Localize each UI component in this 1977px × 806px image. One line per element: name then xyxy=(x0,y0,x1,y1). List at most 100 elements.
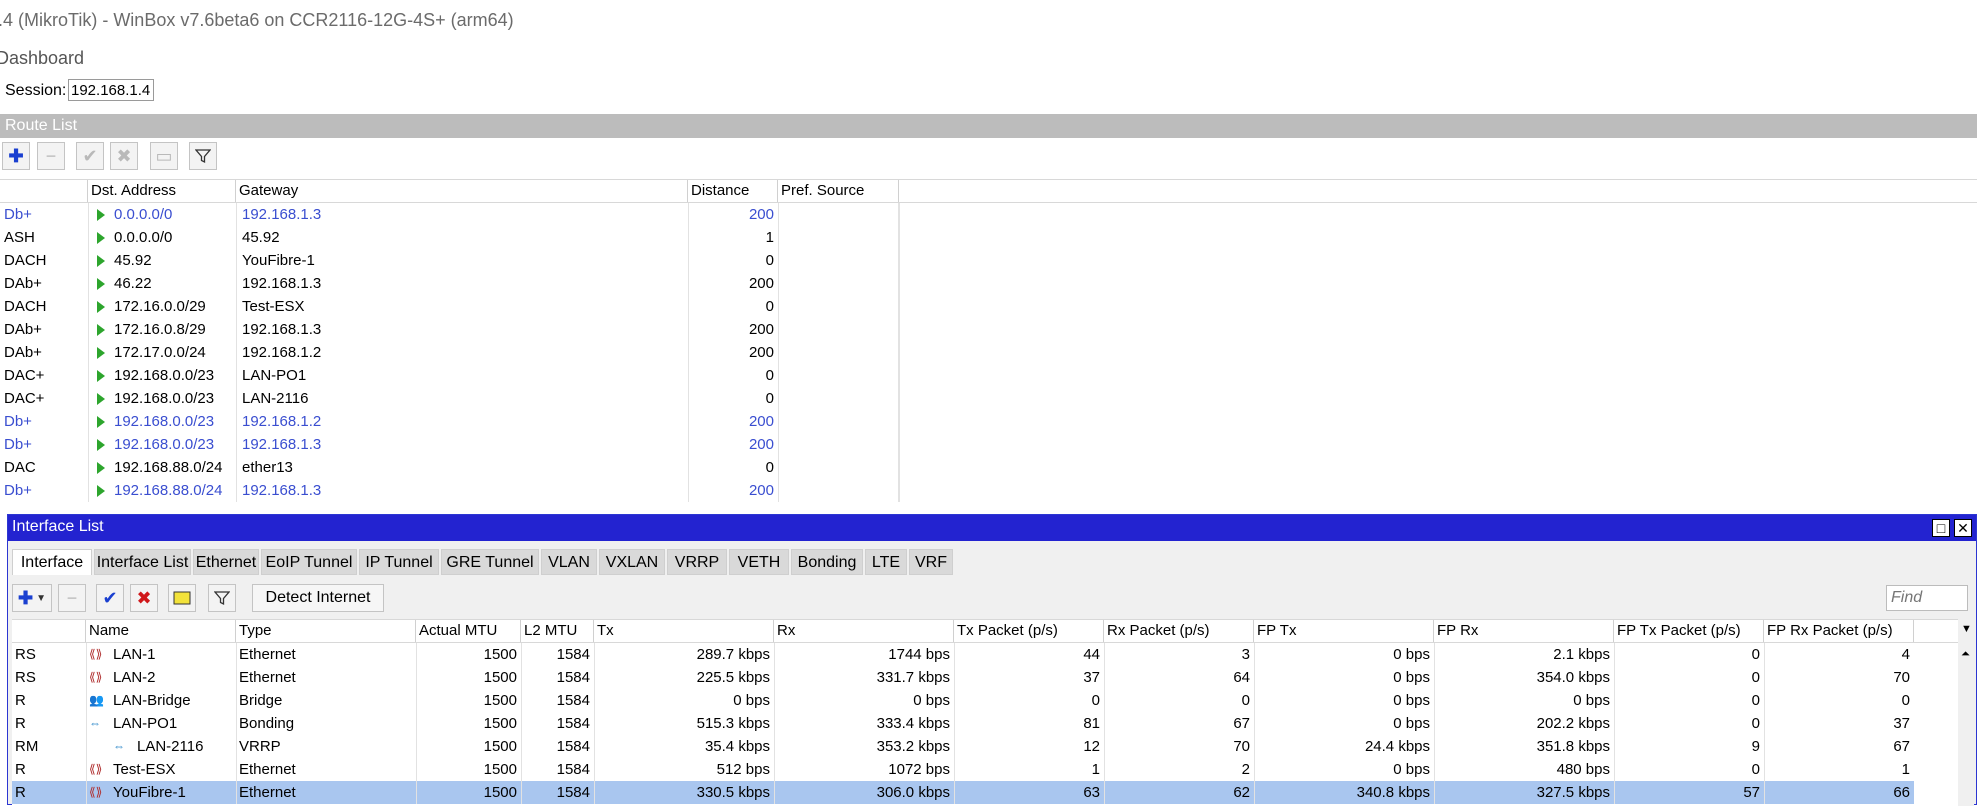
route-flags: Db+ xyxy=(4,436,32,453)
route-flags: Db+ xyxy=(4,413,32,430)
session-label: Session: xyxy=(5,82,67,99)
route-gateway: 192.168.1.2 xyxy=(242,344,322,361)
interface-row[interactable]: RS LAN-1 Ethernet 1500 1584 289.7 kbps 1744 bp… xyxy=(12,643,1914,666)
route-distance: 0 xyxy=(765,390,774,407)
interface-toolbar: ✚ ▼ − ✔ ✖ Detect Internet xyxy=(8,581,1976,615)
detect-internet-button[interactable]: Detect Internet xyxy=(252,584,384,612)
route-row[interactable]: DAC+ 192.168.0.0/23 LAN-PO1 0 xyxy=(0,364,899,387)
disable-icon[interactable]: ✖ xyxy=(130,584,158,612)
route-row[interactable]: DACH 172.16.0.0/29 Test-ESX 0 xyxy=(0,295,899,318)
interface-rxp: 67 xyxy=(1233,715,1250,732)
session-input[interactable] xyxy=(68,79,154,101)
interface-l2mtu: 1584 xyxy=(556,784,590,801)
interface-tx: 35.4 kbps xyxy=(704,738,770,755)
route-row[interactable]: ASH 0.0.0.0/0 45.92 1 xyxy=(0,226,899,249)
route-flags: DACH xyxy=(4,298,47,315)
interface-row[interactable]: RM LAN-2116 VRRP 1500 1584 35.4 kbps 353.2 kbp… xyxy=(12,735,1914,758)
comment-icon[interactable] xyxy=(168,584,196,612)
menu-dashboard[interactable]: Dashboard xyxy=(0,48,84,69)
interface-flags: R xyxy=(15,784,26,801)
tab-vrf[interactable]: VRF xyxy=(909,549,953,575)
route-row[interactable]: DAC 192.168.88.0/24 ether13 0 xyxy=(0,456,899,479)
interface-col-header[interactable] xyxy=(12,620,86,642)
minus-icon[interactable]: − xyxy=(37,142,65,170)
add-icon[interactable]: ✚ xyxy=(2,142,30,170)
route-row[interactable]: DAb+ 172.17.0.0/24 192.168.1.2 200 xyxy=(0,341,899,364)
tab-ip-tunnel[interactable]: IP Tunnel xyxy=(359,549,439,575)
comment-icon[interactable]: ▭ xyxy=(150,142,178,170)
filter-icon[interactable] xyxy=(208,584,236,612)
maximize-icon[interactable]: □ xyxy=(1932,519,1950,537)
interface-row[interactable]: R LAN-PO1 Bonding 1500 1584 515.3 kbps 333.4 k… xyxy=(12,712,1914,735)
route-gateway: 192.168.1.3 xyxy=(242,482,322,499)
interface-col-header[interactable]: Tx Packet (p/s) xyxy=(954,620,1104,642)
interface-col-header[interactable]: FP Rx Packet (p/s) xyxy=(1764,620,1914,642)
interface-col-header[interactable]: L2 MTU xyxy=(521,620,594,642)
route-gateway: 192.168.1.2 xyxy=(242,413,322,430)
route-row[interactable]: DACH 45.92 YouFibre-1 0 xyxy=(0,249,899,272)
interface-col-header[interactable]: Rx xyxy=(774,620,954,642)
route-col-header[interactable]: Gateway xyxy=(236,180,688,202)
minus-icon[interactable]: − xyxy=(58,584,86,612)
interface-type: Ethernet xyxy=(239,784,296,801)
interface-row[interactable]: R LAN-Bridge Bridge 1500 1584 0 bps 0 bps 0 0 0 b… xyxy=(12,689,1914,712)
interface-scrollbar[interactable]: ▼ ⏶ xyxy=(1958,619,1974,806)
interface-col-header[interactable]: FP Tx Packet (p/s) xyxy=(1614,620,1764,642)
tab-eoip-tunnel[interactable]: EoIP Tunnel xyxy=(261,549,357,575)
interface-tx: 515.3 kbps xyxy=(696,715,770,732)
interface-col-header[interactable]: FP Tx xyxy=(1254,620,1434,642)
route-col-header[interactable]: Dst. Address xyxy=(88,180,236,202)
x-icon[interactable]: ✖ xyxy=(110,142,138,170)
close-icon[interactable]: ✕ xyxy=(1954,519,1972,537)
interface-l2mtu: 1584 xyxy=(556,646,590,663)
route-row[interactable]: Db+ 192.168.88.0/24 192.168.1.3 200 xyxy=(0,479,899,502)
interface-type: Ethernet xyxy=(239,646,296,663)
find-input[interactable] xyxy=(1886,585,1968,611)
filter-icon[interactable] xyxy=(189,142,217,170)
interface-col-header[interactable]: Actual MTU xyxy=(416,620,521,642)
interface-row[interactable]: R YouFibre-1 Ethernet 1500 1584 330.5 kbps 306… xyxy=(12,781,1914,804)
tab-vxlan[interactable]: VXLAN xyxy=(599,549,665,575)
interface-l2mtu: 1584 xyxy=(556,738,590,755)
tab-veth[interactable]: VETH xyxy=(729,549,789,575)
check-icon[interactable]: ✔ xyxy=(76,142,104,170)
route-row[interactable]: Db+ 0.0.0.0/0 192.168.1.3 200 xyxy=(0,203,899,226)
route-row[interactable]: DAb+ 172.16.0.8/29 192.168.1.3 200 xyxy=(0,318,899,341)
tab-bonding[interactable]: Bonding xyxy=(791,549,863,575)
route-row[interactable]: DAC+ 192.168.0.0/23 LAN-2116 0 xyxy=(0,387,899,410)
tab-gre-tunnel[interactable]: GRE Tunnel xyxy=(441,549,539,575)
interface-row[interactable]: R Test-ESX Ethernet 1500 1584 512 bps 1072 bps… xyxy=(12,758,1914,781)
route-row[interactable]: Db+ 192.168.0.0/23 192.168.1.2 200 xyxy=(0,410,899,433)
route-flags: DAC xyxy=(4,459,36,476)
route-list-title: Route List xyxy=(5,117,78,134)
ethernet-icon: ⟪⟫ xyxy=(89,647,103,661)
interface-col-header[interactable]: Type xyxy=(236,620,416,642)
interface-txp: 37 xyxy=(1083,669,1100,686)
interface-col-header[interactable]: Rx Packet (p/s) xyxy=(1104,620,1254,642)
route-flags: DAC+ xyxy=(4,390,45,407)
ethernet-icon: ⟪⟫ xyxy=(89,785,103,799)
route-list-header: Route List xyxy=(0,114,1977,138)
tab-interface[interactable]: Interface xyxy=(12,549,92,575)
add-dropdown-icon[interactable]: ✚ ▼ xyxy=(12,584,52,612)
enable-icon[interactable]: ✔ xyxy=(96,584,124,612)
interface-fprxp: 37 xyxy=(1893,715,1910,732)
route-active-icon xyxy=(97,301,105,313)
tab-vrrp[interactable]: VRRP xyxy=(667,549,727,575)
tab-vlan[interactable]: VLAN xyxy=(541,549,597,575)
route-col-header[interactable] xyxy=(0,180,88,202)
column-menu-icon[interactable]: ▼ xyxy=(1961,623,1972,635)
interface-col-header[interactable]: Name xyxy=(86,620,236,642)
route-col-header[interactable]: Distance xyxy=(688,180,778,202)
route-row[interactable]: Db+ 192.168.0.0/23 192.168.1.3 200 xyxy=(0,433,899,456)
scroll-up-icon[interactable]: ⏶ xyxy=(1961,648,1970,661)
tab-ethernet[interactable]: Ethernet xyxy=(193,549,259,575)
route-col-header[interactable]: Pref. Source xyxy=(778,180,899,202)
tab-lte[interactable]: LTE xyxy=(865,549,907,575)
interface-list-titlebar[interactable]: Interface List □ ✕ xyxy=(8,515,1976,541)
interface-col-header[interactable]: FP Rx xyxy=(1434,620,1614,642)
interface-row[interactable]: RS LAN-2 Ethernet 1500 1584 225.5 kbps 331.7 k… xyxy=(12,666,1914,689)
interface-col-header[interactable]: Tx xyxy=(594,620,774,642)
tab-interface-list[interactable]: Interface List xyxy=(94,549,191,575)
route-row[interactable]: DAb+ 46.22 192.168.1.3 200 xyxy=(0,272,899,295)
